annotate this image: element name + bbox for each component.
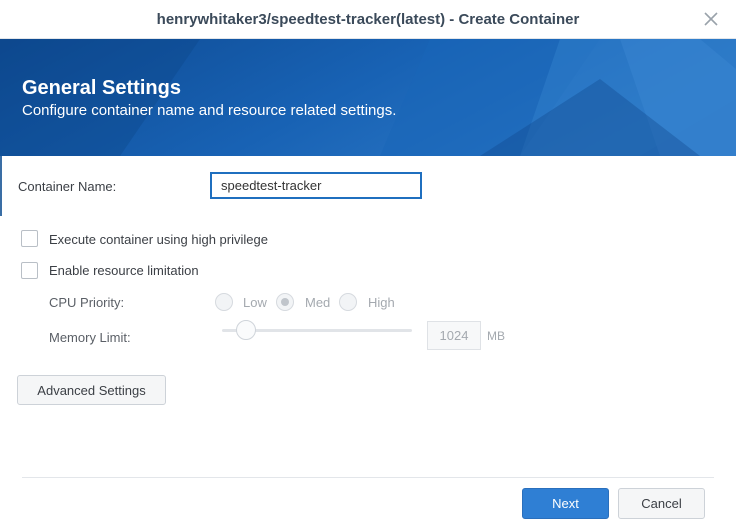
dialog-titlebar: henrywhitaker3/speedtest-tracker(latest)… — [0, 0, 736, 39]
high-privilege-label: Execute container using high privilege — [49, 232, 268, 247]
resource-limit-label: Enable resource limitation — [49, 263, 199, 278]
close-icon[interactable] — [702, 10, 720, 28]
advanced-settings-button[interactable]: Advanced Settings — [17, 375, 166, 405]
header-banner: General Settings Configure container nam… — [0, 39, 736, 156]
next-button[interactable]: Next — [522, 488, 609, 519]
left-accent-bar — [0, 156, 2, 216]
container-name-label: Container Name: — [18, 179, 117, 194]
footer-divider — [22, 477, 714, 478]
section-subtitle: Configure container name and resource re… — [22, 102, 397, 119]
cpu-priority-low-radio[interactable] — [215, 293, 233, 311]
dialog-title: henrywhitaker3/speedtest-tracker(latest)… — [156, 10, 580, 28]
memory-limit-input[interactable] — [427, 321, 481, 350]
section-title: General Settings — [22, 77, 181, 99]
cpu-priority-high-label: High — [368, 295, 395, 310]
cpu-priority-med-label: Med — [305, 295, 331, 310]
memory-limit-label: Memory Limit: — [49, 330, 131, 345]
container-name-input[interactable] — [210, 172, 422, 199]
cancel-button[interactable]: Cancel — [618, 488, 705, 519]
memory-limit-slider-handle[interactable] — [236, 320, 256, 340]
resource-limit-checkbox[interactable] — [21, 262, 38, 279]
memory-limit-unit: MB — [487, 329, 505, 343]
cpu-priority-low-label: Low — [243, 295, 267, 310]
cpu-priority-high-radio[interactable] — [339, 293, 357, 311]
cpu-priority-med-radio[interactable] — [276, 293, 294, 311]
high-privilege-checkbox[interactable] — [21, 230, 38, 247]
cpu-priority-label: CPU Priority: — [49, 295, 125, 310]
